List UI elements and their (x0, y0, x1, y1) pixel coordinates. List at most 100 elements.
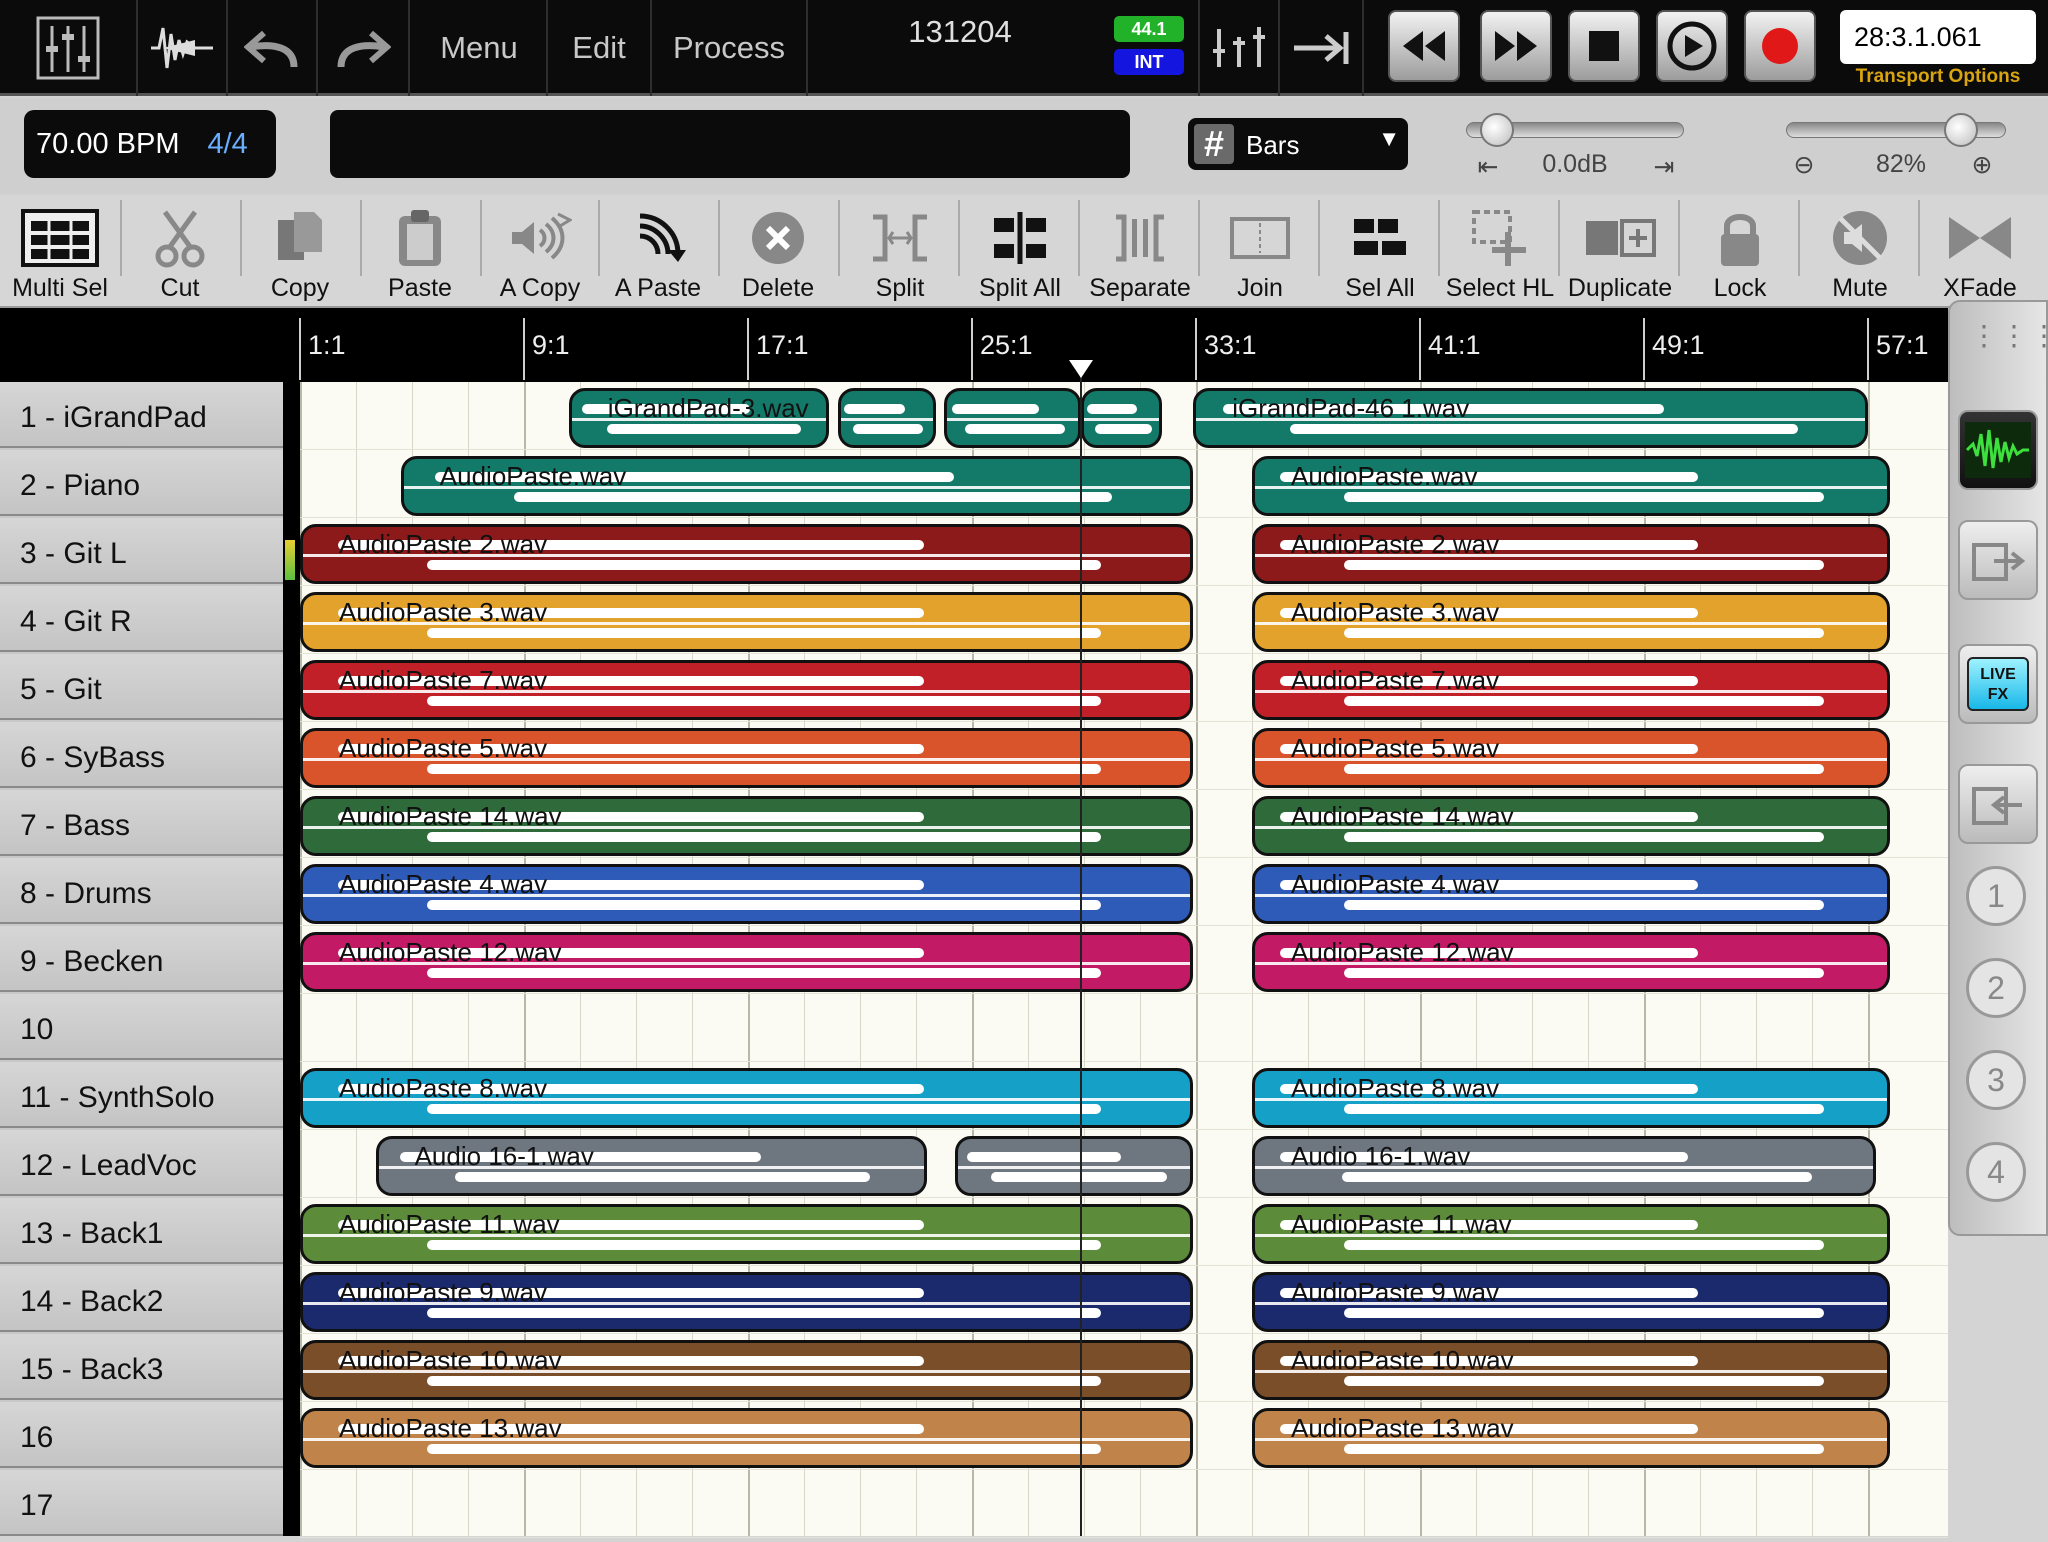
track-header[interactable]: 13 - Back1 (0, 1198, 283, 1264)
playhead-marker-icon[interactable] (1069, 360, 1094, 378)
audio-clip[interactable]: AudioPaste 13.wav (1252, 1408, 1891, 1468)
track-header[interactable]: 7 - Bass (0, 790, 283, 856)
track-header[interactable]: 17 (0, 1470, 283, 1536)
marker-2-button[interactable]: 2 (1966, 958, 2026, 1018)
audio-clip[interactable]: Audio 16-1.wav (1252, 1136, 1877, 1196)
undo-button[interactable] (228, 0, 318, 96)
audio-clip[interactable]: iGrandPad-3.wav (568, 388, 830, 448)
track-header[interactable]: 15 - Back3 (0, 1334, 283, 1400)
audio-clip[interactable]: AudioPaste 13.wav (300, 1408, 1194, 1468)
track-header[interactable]: 4 - Git R (0, 586, 283, 652)
track-header[interactable]: 10 (0, 994, 283, 1060)
track-header[interactable]: 5 - Git (0, 654, 283, 720)
audio-clip[interactable]: AudioPaste 14.wav (1252, 796, 1891, 856)
rewind-button[interactable] (1388, 10, 1460, 82)
track-header[interactable]: 3 - Git L (0, 518, 283, 584)
audio-clip[interactable]: AudioPaste 3.wav (1252, 592, 1891, 652)
track-header[interactable]: 1 - iGrandPad (0, 382, 283, 448)
audio-clip[interactable]: AudioPaste.wav (1252, 456, 1891, 516)
audio-clip[interactable]: AudioPaste 3.wav (300, 592, 1194, 652)
tempo-display[interactable]: 70.00 BPM 4/4 (24, 110, 276, 178)
record-button[interactable] (1744, 10, 1816, 82)
audio-clip[interactable]: AudioPaste 11.wav (300, 1204, 1194, 1264)
marker-1-button[interactable]: 1 (1966, 866, 2026, 926)
audio-clip[interactable]: AudioPaste 9.wav (1252, 1272, 1891, 1332)
audio-clip[interactable]: AudioPaste 12.wav (1252, 932, 1891, 992)
delete-button[interactable]: Delete (718, 196, 838, 308)
track-header[interactable]: 12 - LeadVoc (0, 1130, 283, 1196)
time-display[interactable]: 28:3.1.061 (1840, 10, 2036, 64)
audio-clip[interactable]: AudioPaste 4.wav (1252, 864, 1891, 924)
track-header[interactable]: 9 - Becken (0, 926, 283, 992)
metronome-button[interactable] (1198, 0, 1280, 96)
mute-button[interactable]: Mute (1800, 196, 1920, 308)
waveform-button[interactable] (138, 0, 228, 96)
audio-clip[interactable]: AudioPaste 10.wav (1252, 1340, 1891, 1400)
select-hl-button[interactable]: Select HL (1440, 196, 1560, 308)
separate-button[interactable]: Separate (1080, 196, 1200, 308)
punch-button[interactable] (1280, 0, 1364, 96)
redo-button[interactable] (318, 0, 410, 96)
process-menu[interactable]: Process (652, 0, 808, 96)
audio-clip[interactable]: AudioPaste 2.wav (1252, 524, 1891, 584)
audio-clip[interactable]: AudioPaste 10.wav (300, 1340, 1194, 1400)
drag-handle-icon[interactable]: ⋮⋮⋮⋮ (1970, 322, 2048, 362)
audio-clip[interactable] (955, 1136, 1194, 1196)
marker-4-button[interactable]: 4 (1966, 1142, 2026, 1202)
zoom-slider-knob[interactable] (1944, 113, 1978, 147)
marker-3-button[interactable]: 3 (1966, 1050, 2026, 1110)
audio-clip[interactable]: AudioPaste 11.wav (1252, 1204, 1891, 1264)
export-button[interactable] (1958, 520, 2038, 600)
audio-copy-button[interactable]: A Copy (480, 196, 600, 308)
audio-clip[interactable]: AudioPaste 9.wav (300, 1272, 1194, 1332)
import-button[interactable] (1958, 764, 2038, 844)
select-all-button[interactable]: Sel All (1320, 196, 1440, 308)
transport-options-link[interactable]: Transport Options (1840, 66, 2036, 88)
playhead[interactable] (1080, 362, 1083, 1536)
audio-clip[interactable]: iGrandPad-46 1.wav (1193, 388, 1868, 448)
audio-clip[interactable]: AudioPaste 7.wav (1252, 660, 1891, 720)
multi-select-button[interactable]: Multi Sel (0, 196, 120, 308)
volume-slider-knob[interactable] (1480, 113, 1514, 147)
lock-button[interactable]: Lock (1680, 196, 1800, 308)
crossfade-button[interactable]: XFade (1920, 196, 2040, 308)
duplicate-button[interactable]: Duplicate (1560, 196, 1680, 308)
audio-clip[interactable]: AudioPaste 5.wav (1252, 728, 1891, 788)
join-button[interactable]: Join (1200, 196, 1320, 308)
mixer-button[interactable] (0, 0, 138, 96)
zoom-out-icon[interactable]: ⊖ (1786, 150, 1822, 180)
track-header[interactable]: 2 - Piano (0, 450, 283, 516)
track-header[interactable]: 14 - Back2 (0, 1266, 283, 1332)
audio-clip[interactable]: AudioPaste.wav (400, 456, 1194, 516)
audio-clip[interactable] (1081, 388, 1163, 448)
zoom-in-icon[interactable]: ⊕ (1964, 150, 2000, 180)
track-header[interactable]: 16 (0, 1402, 283, 1468)
loop-button[interactable] (1656, 10, 1728, 82)
audio-clip[interactable]: AudioPaste 8.wav (300, 1068, 1194, 1128)
live-fx-button[interactable]: LIVE FX (1958, 644, 2038, 724)
edit-menu[interactable]: Edit (548, 0, 652, 96)
copy-button[interactable]: Copy (240, 196, 360, 308)
audio-clip[interactable] (837, 388, 936, 448)
track-header[interactable]: 8 - Drums (0, 858, 283, 924)
split-button[interactable]: Split (840, 196, 960, 308)
audio-paste-button[interactable]: A Paste (598, 196, 718, 308)
audio-clip[interactable]: AudioPaste 14.wav (300, 796, 1194, 856)
track-header[interactable]: 11 - SynthSolo (0, 1062, 283, 1128)
audio-clip[interactable]: AudioPaste 5.wav (300, 728, 1194, 788)
audio-clip[interactable]: Audio 16-1.wav (375, 1136, 928, 1196)
audio-clip[interactable]: AudioPaste 12.wav (300, 932, 1194, 992)
audio-clip[interactable]: AudioPaste 2.wav (300, 524, 1194, 584)
track-header[interactable]: 6 - SyBass (0, 722, 283, 788)
audio-clip[interactable]: AudioPaste 8.wav (1252, 1068, 1891, 1128)
grid-mode-select[interactable]: # Bars ▼ (1188, 118, 1408, 170)
fast-forward-button[interactable] (1480, 10, 1552, 82)
cut-button[interactable]: Cut (120, 196, 240, 308)
audio-clip[interactable]: AudioPaste 7.wav (300, 660, 1194, 720)
audio-clip[interactable] (944, 388, 1082, 448)
paste-button[interactable]: Paste (360, 196, 480, 308)
split-all-button[interactable]: Split All (960, 196, 1080, 308)
menu-menu[interactable]: Menu (412, 0, 548, 96)
stop-button[interactable] (1568, 10, 1640, 82)
waveform-editor-button[interactable] (1958, 410, 2038, 490)
